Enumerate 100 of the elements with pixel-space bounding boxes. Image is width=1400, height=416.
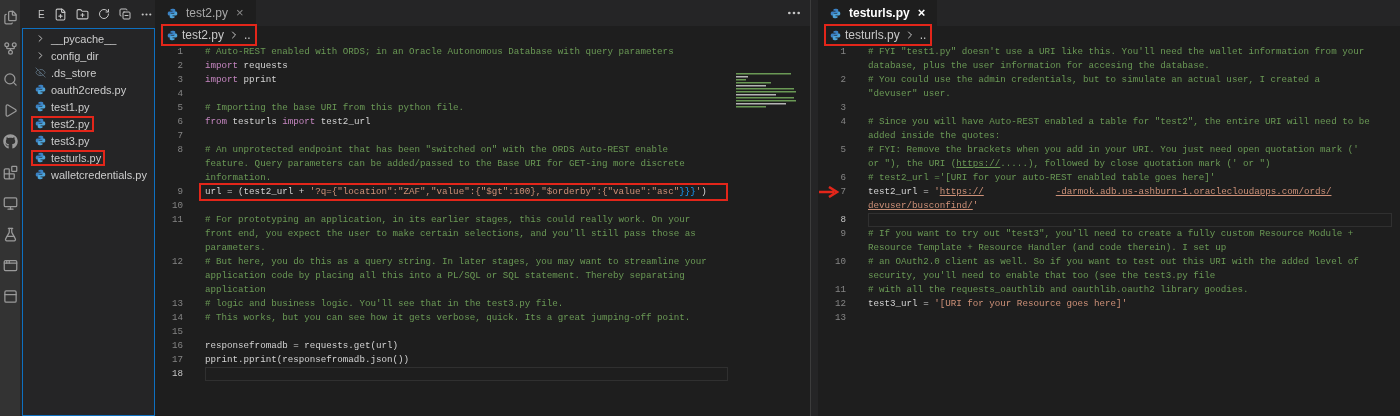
file-tree-item[interactable]: test3.py bbox=[31, 132, 94, 149]
code-line: # with all the requests_oauthlib and oauthlib.oauth2 library goodies. bbox=[868, 283, 1250, 297]
line-number: 16 bbox=[171, 339, 183, 353]
code-line: test2_url = 'https:// -darmok.adb.us-ashburn-1.oraclecloudapps.com/ords/ bbox=[868, 185, 1333, 199]
line-number: 14 bbox=[171, 311, 183, 325]
file-tree-item[interactable]: test1.py bbox=[31, 98, 94, 115]
code-line: # An unprotected endpoint that has been "switched on" with the ORDS Auto-REST enable bbox=[205, 143, 670, 157]
code-line: # This works, but you can see how it gets verbose, quick. Its a great jumping-off point. bbox=[205, 311, 692, 325]
file-tree-item[interactable]: test2.py bbox=[31, 115, 94, 132]
line-number: 18 bbox=[171, 367, 183, 381]
file-tree-item[interactable]: oauth2creds.py bbox=[31, 81, 131, 98]
breadcrumb-item[interactable]: .. bbox=[919, 26, 927, 44]
breadcrumb-item[interactable]: testurls.py bbox=[845, 26, 900, 44]
eye-slash-icon bbox=[35, 67, 46, 78]
line-number: 4 bbox=[177, 87, 183, 101]
code-line: responsefromadb = requests.get(url) bbox=[205, 339, 399, 353]
close-button[interactable]: × bbox=[236, 3, 244, 23]
collapse-icon[interactable] bbox=[118, 8, 131, 20]
code-line: information. bbox=[205, 171, 273, 185]
code-line: # If you want to try out "test3", you'll need to create a fully custom Resource Module + bbox=[868, 227, 1355, 241]
activity-bar-icon[interactable] bbox=[2, 165, 18, 180]
code-line: "devuser" user. bbox=[868, 87, 952, 101]
refresh-icon[interactable] bbox=[97, 8, 110, 20]
line-number: 5 bbox=[177, 101, 183, 115]
activity-bar-icon[interactable] bbox=[2, 196, 18, 211]
code-line: database, plus the user information for accesing the database. bbox=[868, 59, 1211, 73]
activity-bar-icon[interactable] bbox=[2, 134, 18, 149]
line-number: 4 bbox=[840, 115, 846, 129]
line-number: 10 bbox=[171, 199, 183, 213]
activity-bar-icon[interactable] bbox=[2, 103, 18, 118]
breadcrumb-item[interactable]: test2.py bbox=[182, 26, 225, 44]
tab-label: testurls.py bbox=[849, 5, 910, 22]
file-type-icon bbox=[830, 29, 841, 41]
line-number: 12 bbox=[834, 297, 846, 311]
file-type-icon bbox=[35, 101, 46, 112]
code-line: # For prototyping an application, in its earlier stages, this could really work. On your bbox=[205, 213, 692, 227]
line-number: 9 bbox=[177, 185, 183, 199]
code-line: test3_url = '[URI for your Resource goes here]' bbox=[868, 297, 1129, 311]
close-button[interactable]: × bbox=[917, 3, 926, 23]
editor-tab[interactable]: test2.py × bbox=[155, 0, 256, 26]
code-line: import pprint bbox=[205, 73, 278, 87]
file-type-icon bbox=[830, 7, 841, 19]
new-file-icon[interactable] bbox=[53, 7, 67, 21]
file-tree-item[interactable]: .ds_store bbox=[31, 64, 101, 81]
code-line: import requests bbox=[205, 59, 289, 73]
file-tree-item[interactable]: config_dir bbox=[31, 47, 103, 64]
file-tree-item[interactable]: walletcredentials.py bbox=[31, 166, 151, 183]
line-number: 6 bbox=[840, 171, 846, 185]
line-number: 7 bbox=[177, 129, 183, 143]
activity-bar-icon[interactable] bbox=[2, 227, 18, 242]
activity-bar-icon[interactable] bbox=[2, 289, 18, 304]
line-number: 13 bbox=[834, 311, 846, 325]
activity-bar-icon[interactable] bbox=[2, 41, 18, 56]
code-line: # test2_url ='[URI for your auto-REST enabled table goes here]' bbox=[868, 171, 1217, 185]
file-type-icon bbox=[167, 7, 178, 19]
code-line: added inside the quotes: bbox=[868, 129, 1002, 143]
line-number: 8 bbox=[177, 143, 183, 157]
code-line: front end, you expect the user to make certain selections, and you'll still pass those as bbox=[205, 227, 697, 241]
line-number: 3 bbox=[177, 73, 183, 87]
activity-bar-icon[interactable] bbox=[2, 72, 18, 87]
line-number: 11 bbox=[171, 213, 183, 227]
code-line: # FYI "test1.py" doesn't use a URI like this. You'll need the wallet information from your bbox=[868, 45, 1366, 59]
line-number: 1 bbox=[840, 45, 846, 59]
code-line: Resource Template + Resource Handler (and code therein). I set up bbox=[868, 241, 1228, 255]
code-line: feature. Query parameters can be added/passed to the Base URI for GET-ing more discrete bbox=[205, 157, 686, 171]
sidebar-title: E bbox=[38, 7, 45, 22]
line-number: 5 bbox=[840, 143, 846, 157]
line-number: 8 bbox=[840, 213, 846, 227]
tab-label: test2.py bbox=[186, 5, 229, 22]
code-line: # an OAuth2.0 client as well. So if you want to test out this URI with the added level of bbox=[868, 255, 1360, 269]
code-line: # logic and business logic. You'll see that in the test3.py file. bbox=[205, 297, 565, 311]
file-type-icon bbox=[35, 169, 46, 180]
file-tree-item[interactable]: testurls.py bbox=[31, 149, 106, 166]
file-type-icon bbox=[35, 152, 46, 163]
code-line: application bbox=[205, 283, 267, 297]
activity-bar-icon[interactable] bbox=[2, 10, 18, 25]
file-tree-item[interactable]: __pycache__ bbox=[31, 30, 121, 47]
line-number: 15 bbox=[171, 325, 183, 339]
line-number: 2 bbox=[840, 73, 846, 87]
code-line: devuser/busconfind/' bbox=[868, 199, 980, 213]
line-number: 12 bbox=[171, 255, 183, 269]
code-line: or "), the URI (https://.....), followed by close quotation mark (' or ") bbox=[868, 157, 1272, 171]
code-line: pprint.pprint(responsefromadb.json()) bbox=[205, 353, 410, 367]
file-type-icon bbox=[167, 29, 178, 41]
code-line: # But here, you do this as a query string. In later stages, you may want to streamline your bbox=[205, 255, 708, 269]
breadcrumb-item[interactable]: .. bbox=[244, 26, 251, 44]
line-number: 13 bbox=[171, 297, 183, 311]
code-line: # You could use the admin credentials, but to simulate an actual user, I created a bbox=[868, 73, 1322, 87]
editor-tab[interactable]: testurls.py × bbox=[818, 0, 938, 26]
code-line: # Importing the base URI from this python file. bbox=[205, 101, 466, 115]
file-type-icon bbox=[35, 118, 46, 129]
file-type-icon bbox=[35, 135, 46, 146]
code-line: from testurls import test2_url bbox=[205, 115, 372, 129]
code-line: # Since you will have Auto-REST enabled a table for "test2", the entire URI will need to be bbox=[868, 115, 1371, 129]
new-folder-icon[interactable] bbox=[75, 7, 89, 21]
line-number: 6 bbox=[177, 115, 183, 129]
line-number: 9 bbox=[840, 227, 846, 241]
code-line: security, you'll need to enable that too (see the test3.py file bbox=[868, 269, 1217, 283]
activity-bar-icon[interactable] bbox=[2, 258, 18, 273]
code-line: # Auto-REST enabled with ORDS; in an Oracle Autonomous Database with query parameters bbox=[205, 45, 675, 59]
